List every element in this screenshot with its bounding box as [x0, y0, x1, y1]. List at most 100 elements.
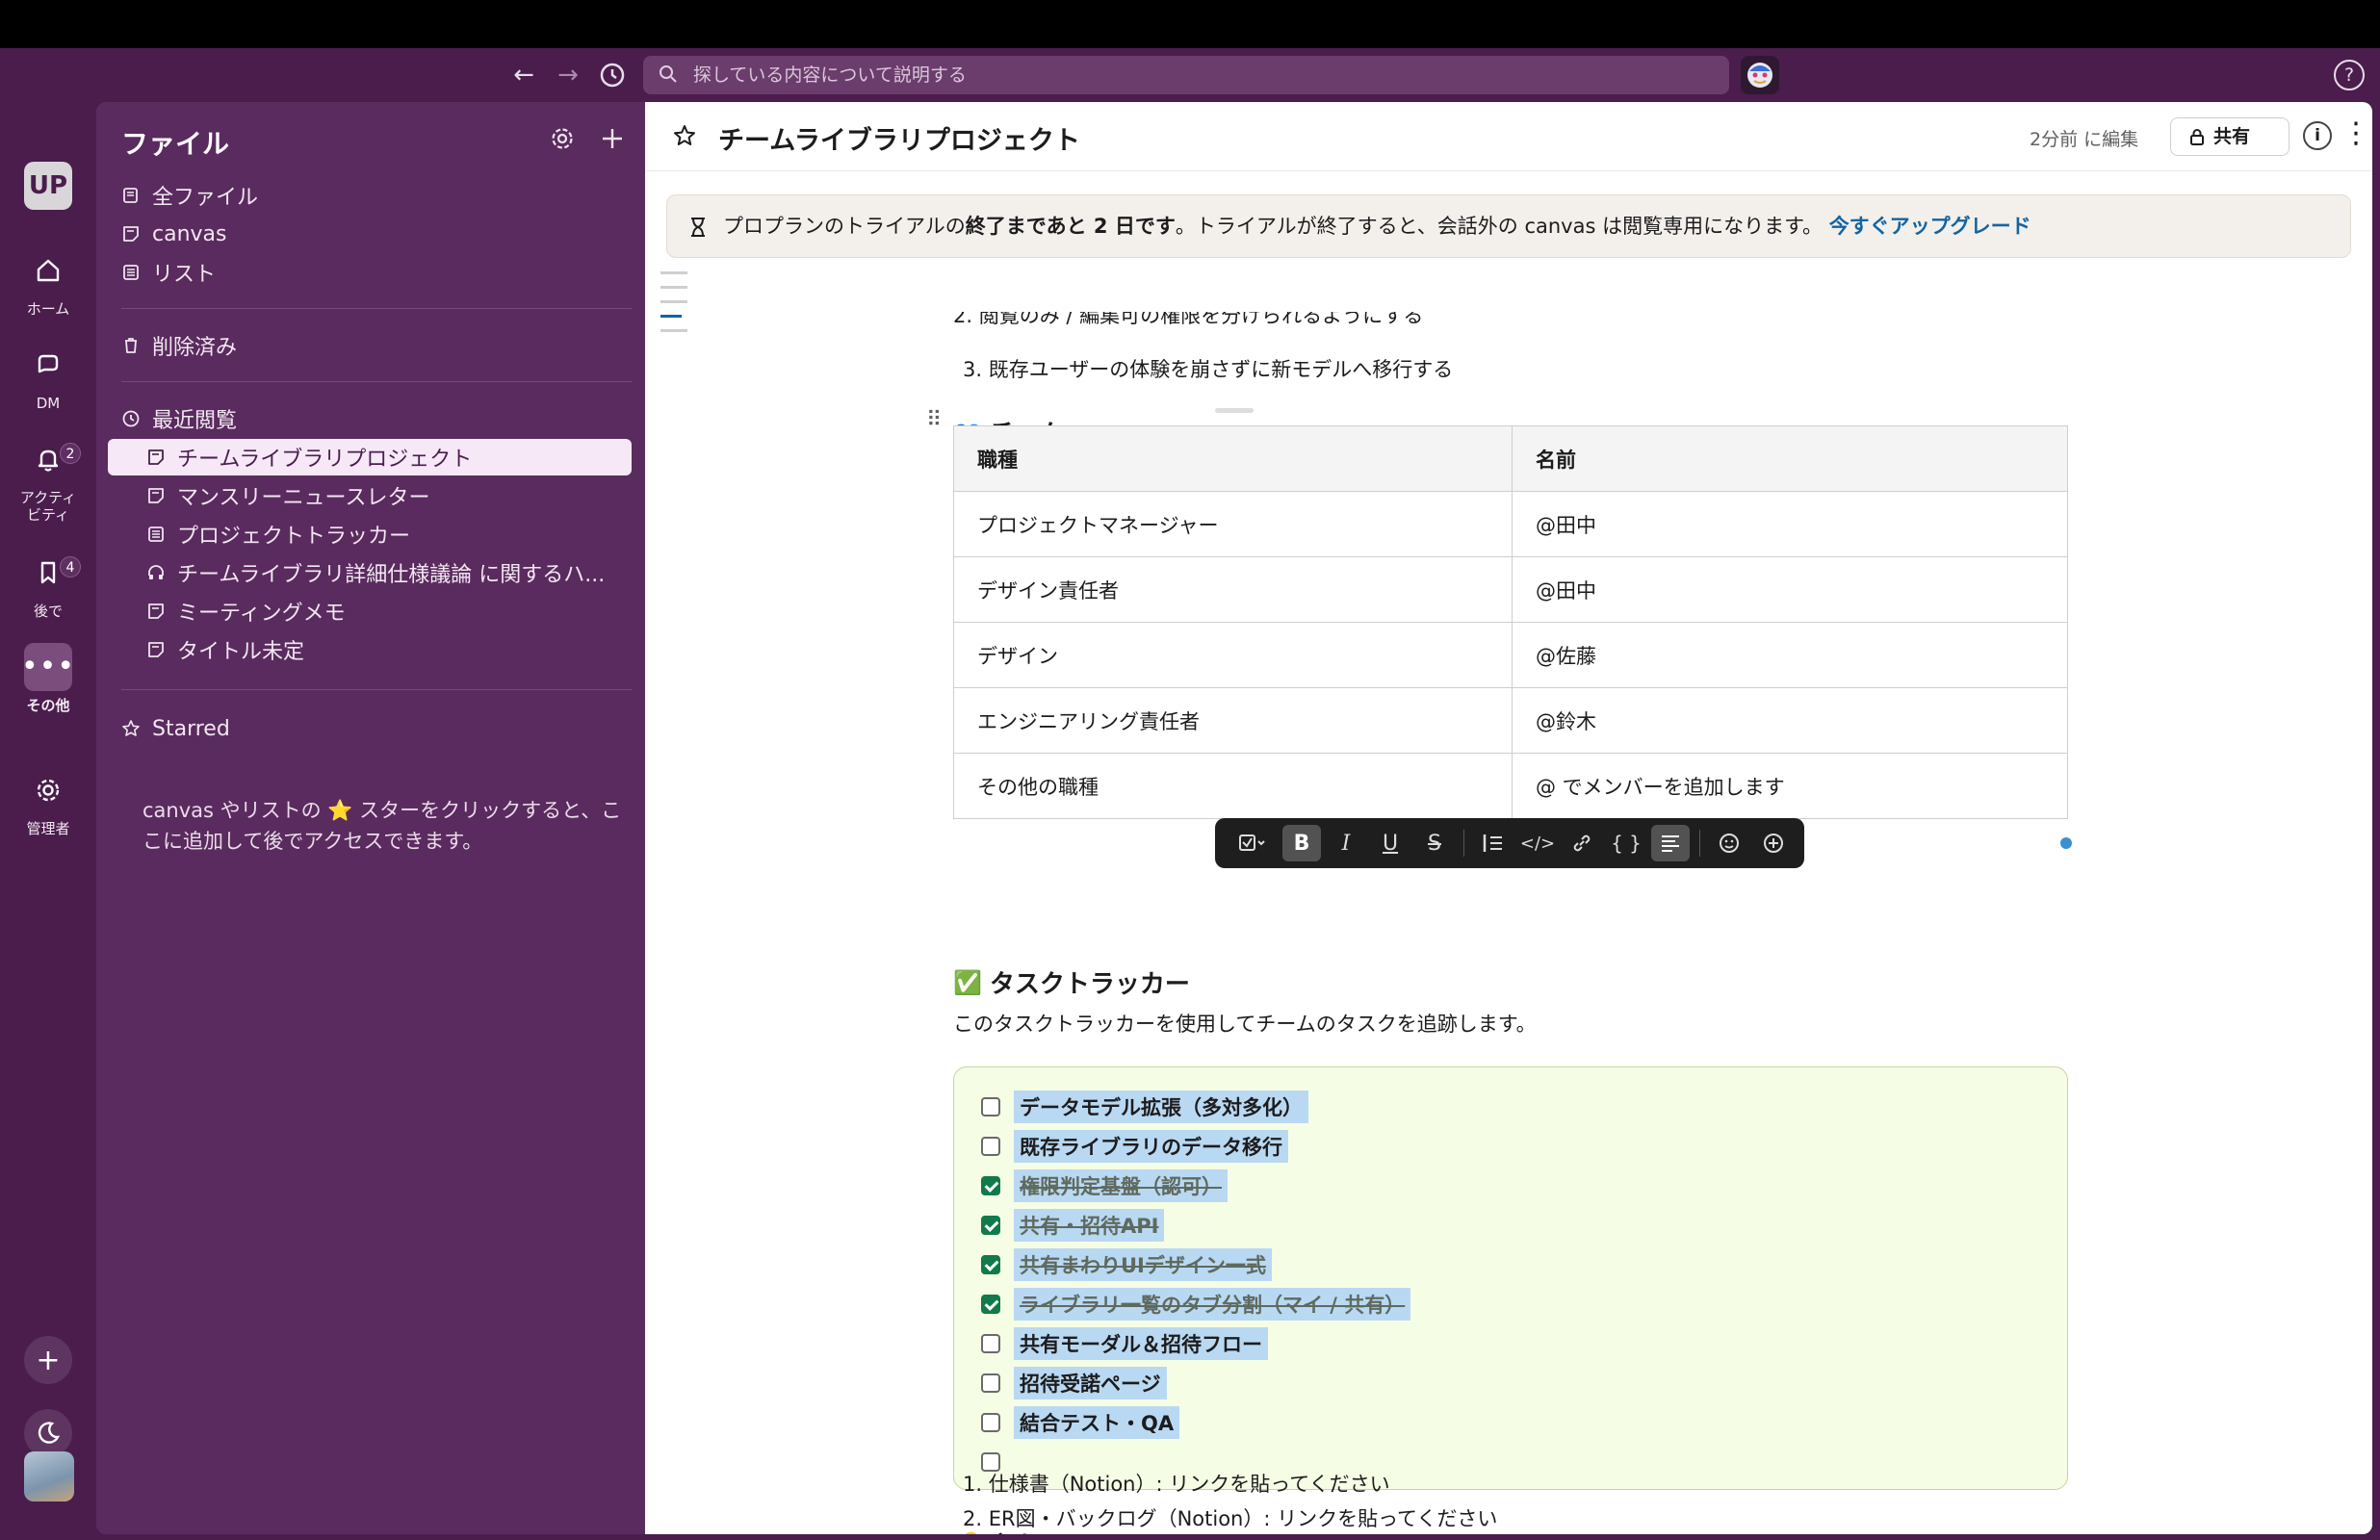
task-checkbox-checked[interactable]: [981, 1216, 1000, 1235]
task-item[interactable]: 既存ライブラリのデータ移行: [981, 1130, 1288, 1163]
task-checkbox-checked[interactable]: [981, 1295, 1000, 1314]
table-cell[interactable]: @鈴木: [1512, 687, 2068, 754]
recent-item-team-library[interactable]: チームライブラリプロジェクト: [108, 439, 632, 475]
table-cell[interactable]: @田中: [1512, 491, 2068, 557]
more-options-button[interactable]: ⋮: [2341, 119, 2370, 154]
task-checkbox[interactable]: [981, 1137, 1000, 1156]
code-button[interactable]: </>: [1518, 825, 1557, 861]
table-row: エンジニアリング責任者 @鈴木: [953, 687, 2068, 754]
task-label: 結合テスト・QA: [1014, 1406, 1180, 1439]
task-checkbox[interactable]: [981, 1413, 1000, 1432]
screen-top-bezel: [0, 0, 2380, 48]
task-checkbox-checked[interactable]: [981, 1255, 1000, 1274]
sidebar-section-starred[interactable]: Starred: [121, 710, 632, 747]
task-checkbox[interactable]: [981, 1334, 1000, 1353]
emoji-button[interactable]: [1710, 825, 1748, 861]
table-cell[interactable]: @佐藤: [1512, 622, 2068, 688]
bold-button[interactable]: B: [1282, 825, 1321, 861]
recent-item-project-tracker[interactable]: プロジェクトトラッカー: [108, 516, 632, 552]
column-resize-handle[interactable]: [1215, 408, 1254, 413]
table-header[interactable]: 名前: [1512, 425, 2068, 492]
recent-item-meeting-notes[interactable]: ミーティングメモ: [108, 593, 632, 629]
drag-handle-icon[interactable]: ⠿: [926, 408, 945, 433]
star-icon[interactable]: [672, 123, 697, 148]
rail-dm[interactable]: DM: [0, 341, 96, 412]
help-button[interactable]: ?: [2334, 60, 2365, 90]
rail-admin[interactable]: 管理者: [0, 766, 96, 837]
quote-icon: [1483, 834, 1502, 852]
sidebar-item-label: canvas: [152, 221, 227, 246]
tasks-description: このタスクトラッカーを使用してチームのタスクを追跡します。: [953, 1013, 1537, 1036]
task-item[interactable]: 権限判定基盤（認可）: [981, 1169, 1228, 1202]
recent-item-newsletter[interactable]: マンスリーニュースレター: [108, 477, 632, 514]
task-checkbox[interactable]: [981, 1373, 1000, 1393]
italic-button[interactable]: I: [1327, 825, 1365, 861]
rail-home[interactable]: ホーム: [0, 246, 96, 318]
code-block-button[interactable]: { }: [1607, 825, 1645, 861]
info-icon: i: [2315, 126, 2320, 145]
table-cell[interactable]: プロジェクトマネージャー: [953, 491, 1513, 557]
slack-app: ← → 探している内容について説明する ? UP ホーム DM 2 アクティビテ…: [0, 48, 2380, 1540]
add-workspace-button[interactable]: +: [24, 1336, 72, 1384]
info-button[interactable]: i: [2303, 121, 2332, 150]
align-icon: [1662, 835, 1679, 852]
strikethrough-button[interactable]: S: [1415, 825, 1454, 861]
task-item[interactable]: 結合テスト・QA: [981, 1406, 1180, 1439]
star-icon: [122, 720, 140, 736]
rail-activity[interactable]: 2 アクティビティ: [0, 435, 96, 524]
back-button[interactable]: ←: [506, 58, 541, 92]
table-row: プロジェクトマネージャー @田中: [953, 491, 2068, 557]
insert-button[interactable]: [1754, 825, 1793, 861]
rail-more[interactable]: ••• その他: [0, 643, 96, 714]
task-item[interactable]: 共有・招待API: [981, 1209, 1165, 1242]
add-column-handle[interactable]: [2060, 837, 2072, 849]
block-type-dropdown[interactable]: [1229, 825, 1277, 861]
sidebar-settings-button[interactable]: [545, 121, 580, 156]
table-header[interactable]: 職種: [953, 425, 1513, 492]
recent-item-huddle[interactable]: チームライブラリ詳細仕様議論 に関するハ...: [108, 554, 632, 591]
sidebar-item-deleted[interactable]: 削除済み: [121, 327, 632, 364]
outline-line: [660, 271, 687, 274]
task-label: 共有モーダル＆招待フロー: [1014, 1327, 1268, 1360]
ai-assistant-button[interactable]: [1741, 56, 1779, 94]
sidebar-new-button[interactable]: [595, 121, 630, 156]
task-item[interactable]: 招待受諾ページ: [981, 1367, 1167, 1399]
check-mark-icon: ✅: [953, 968, 982, 996]
search-input[interactable]: 探している内容について説明する: [643, 56, 1729, 94]
align-button[interactable]: [1651, 825, 1690, 861]
activity-badge: 2: [60, 443, 81, 464]
recent-item-untitled[interactable]: タイトル未定: [108, 631, 632, 668]
underline-button[interactable]: U: [1371, 825, 1410, 861]
workspace-icon[interactable]: UP: [24, 162, 72, 210]
share-button[interactable]: 共有: [2170, 117, 2289, 156]
table-cell[interactable]: @ でメンバーを追加します: [1512, 753, 2068, 819]
table-cell[interactable]: @田中: [1512, 556, 2068, 623]
forward-button[interactable]: →: [551, 58, 585, 92]
sidebar-item-canvas[interactable]: canvas: [121, 216, 632, 252]
table-cell[interactable]: エンジニアリング責任者: [953, 687, 1513, 754]
table-cell[interactable]: デザイン: [953, 622, 1513, 688]
canvas-icon: [148, 488, 164, 503]
task-item[interactable]: ライブラリ一覧のタブ分割（マイ / 共有）: [981, 1288, 1411, 1321]
sidebar-item-all-files[interactable]: 全ファイル: [121, 177, 632, 214]
history-button[interactable]: [595, 58, 630, 92]
task-item[interactable]: 共有まわりUIデザイン一式: [981, 1248, 1272, 1281]
theme-toggle-button[interactable]: [24, 1409, 72, 1457]
document-outline[interactable]: [660, 271, 689, 344]
rail-later[interactable]: 4 後で: [0, 549, 96, 620]
sidebar-item-label: 削除済み: [152, 336, 238, 360]
sidebar-item-lists[interactable]: リスト: [121, 254, 632, 291]
task-checkbox[interactable]: [981, 1097, 1000, 1116]
canvas-title: チームライブラリプロジェクト: [718, 126, 1080, 156]
task-item[interactable]: データモデル拡張（多対多化）: [981, 1091, 1308, 1123]
task-checkbox-checked[interactable]: [981, 1176, 1000, 1195]
table-cell[interactable]: その他の職種: [953, 753, 1513, 819]
lock-icon: [2190, 129, 2204, 145]
upgrade-link[interactable]: 今すぐアップグレード: [1829, 215, 2031, 238]
task-item[interactable]: 共有モーダル＆招待フロー: [981, 1327, 1268, 1360]
table-cell[interactable]: デザイン責任者: [953, 556, 1513, 623]
quote-button[interactable]: [1474, 825, 1513, 861]
sidebar-section-recent[interactable]: 最近閲覧: [121, 400, 632, 437]
user-avatar[interactable]: [24, 1451, 74, 1502]
link-button[interactable]: [1563, 825, 1601, 861]
